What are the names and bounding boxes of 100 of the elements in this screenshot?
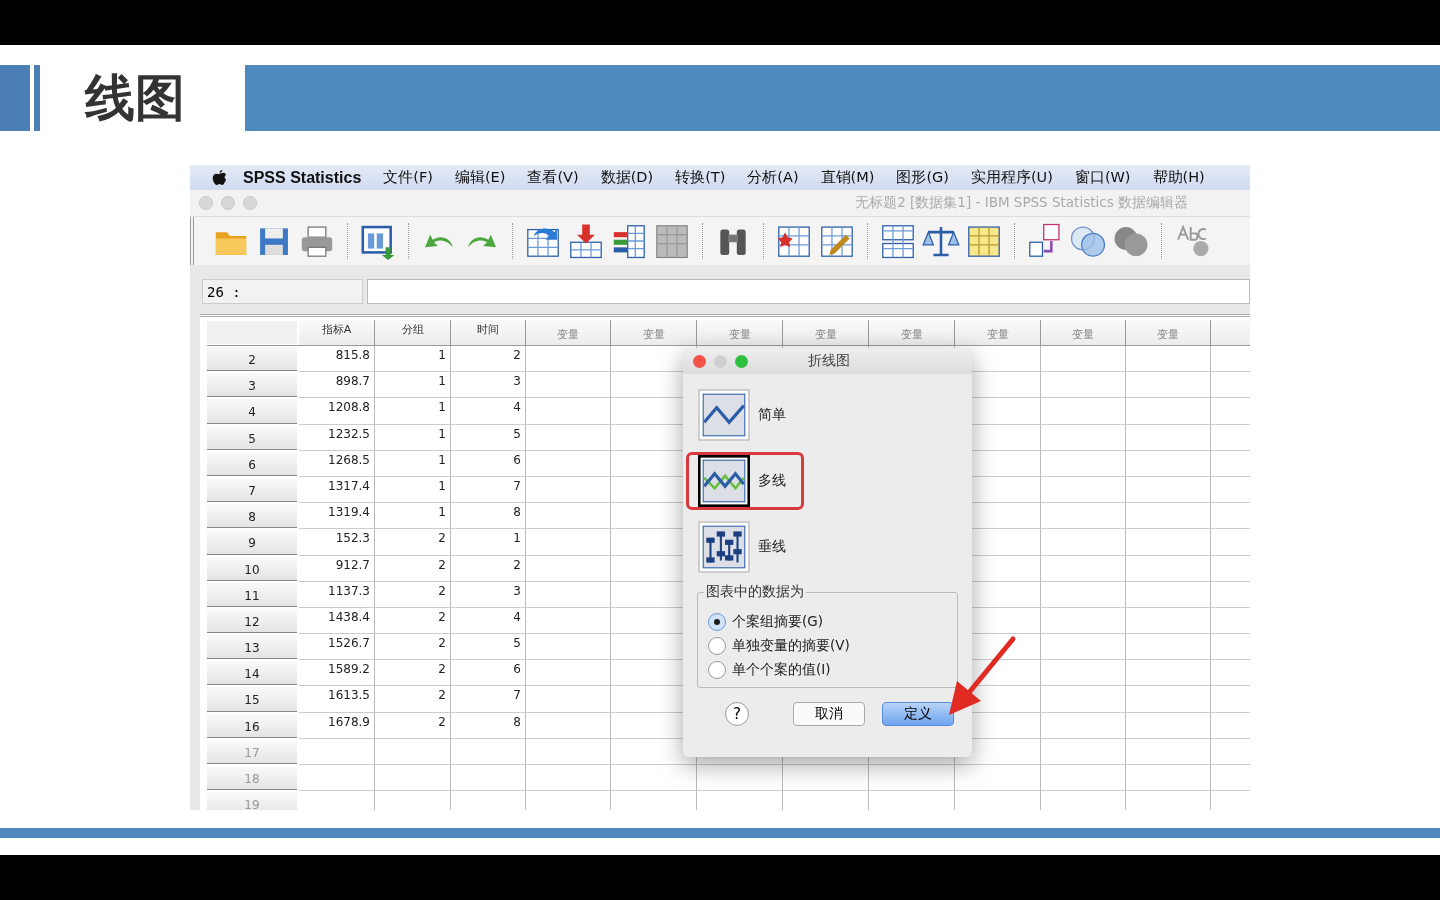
table-cell: 1: [375, 398, 451, 425]
table-cell: 1: [375, 503, 451, 530]
menu-item[interactable]: 图形(G): [896, 168, 949, 187]
table-cell: 7: [451, 686, 526, 713]
table-cell: 1: [375, 372, 451, 399]
row-number[interactable]: 16: [207, 713, 297, 738]
line-chart-icon[interactable]: [698, 389, 750, 441]
zoom-button[interactable]: [735, 354, 748, 368]
table-cell: 1: [375, 450, 451, 477]
table-cell: 6: [451, 450, 526, 477]
table-cell: 3: [451, 372, 526, 399]
row-number[interactable]: 11: [207, 582, 297, 607]
table-cell: 1438.4: [299, 607, 375, 635]
column-header[interactable]: 时间: [451, 320, 526, 345]
table-cell: 1613.5: [299, 686, 375, 713]
split-grid-icon[interactable]: [879, 222, 917, 260]
chart-type-option[interactable]: 多线: [686, 452, 804, 510]
option-label[interactable]: 单个个案的值(I): [732, 661, 831, 679]
radio-button[interactable]: [708, 637, 726, 655]
table-cell: 898.7: [299, 372, 375, 399]
table-cell: 1526.7: [299, 634, 375, 661]
chart-type-option[interactable]: 垂线: [686, 518, 804, 576]
row-number[interactable]: 12: [207, 608, 297, 634]
table-cell: 5: [451, 424, 526, 451]
group-legend: 图表中的数据为: [704, 583, 806, 601]
menu-item[interactable]: 帮助(H): [1152, 168, 1205, 187]
menu-item[interactable]: 编辑(E): [454, 168, 506, 187]
table-cell: 1317.4: [299, 476, 375, 504]
row-number[interactable]: 2: [207, 347, 297, 372]
row-number[interactable]: 13: [207, 635, 297, 660]
table-cell: 2: [375, 660, 451, 687]
dialog-title: 折线图: [808, 352, 850, 370]
table-cell: 1232.5: [299, 424, 375, 451]
table-cell: 3: [451, 581, 526, 608]
row-number[interactable]: 15: [207, 687, 297, 712]
table-cell: 1: [451, 529, 526, 556]
table-cell: 2: [451, 555, 526, 582]
row-number[interactable]: 9: [207, 530, 297, 555]
line-chart-icon[interactable]: [698, 455, 750, 507]
menu-item[interactable]: 窗口(W): [1074, 168, 1131, 187]
column-header[interactable]: 指标A: [299, 320, 375, 345]
define-button[interactable]: 定义: [882, 702, 954, 726]
menu-item[interactable]: 实用程序(U): [970, 168, 1053, 187]
table-cell: 2: [375, 607, 451, 635]
row-number[interactable]: 8: [207, 504, 297, 529]
table-cell: 1208.8: [299, 398, 375, 425]
table-cell: 1: [375, 346, 451, 373]
table-cell: 2: [375, 555, 451, 582]
option-label[interactable]: 单独变量的摘要(V): [732, 637, 850, 655]
row-number[interactable]: 10: [207, 556, 297, 581]
table-cell: 2: [375, 634, 451, 661]
row-number[interactable]: 3: [207, 373, 297, 398]
drop-line-chart-icon[interactable]: [698, 521, 750, 573]
table-cell: 152.3: [299, 529, 375, 556]
app-name[interactable]: SPSS Statistics: [243, 168, 362, 187]
table-cell: 2: [375, 712, 451, 739]
menu-item[interactable]: 查看(V): [527, 168, 579, 187]
table-cell: 1268.5: [299, 450, 375, 477]
row-number[interactable]: 6: [207, 451, 297, 476]
table-cell: 4: [451, 398, 526, 425]
row-number[interactable]: 7: [207, 477, 297, 503]
table-cell: 8: [451, 503, 526, 530]
radio-button[interactable]: [708, 661, 726, 679]
accent-block: [0, 65, 30, 131]
menu-item[interactable]: 文件(F): [383, 168, 433, 187]
row-number[interactable]: 5: [207, 425, 297, 450]
table-cell: 2: [451, 346, 526, 373]
cell-editor-field[interactable]: [367, 279, 1250, 304]
help-button[interactable]: ?: [725, 702, 749, 726]
accent-stripe: [34, 65, 40, 131]
window-title: 无标题2 [数据集1] - IBM SPSS Statistics 数据编辑器: [855, 194, 1188, 212]
cancel-button[interactable]: 取消: [793, 702, 865, 726]
menu-item[interactable]: 分析(A): [747, 168, 799, 187]
table-cell: 2: [375, 529, 451, 556]
column-header[interactable]: 分组: [375, 320, 451, 345]
row-number[interactable]: 14: [207, 661, 297, 686]
table-cell: 4: [451, 607, 526, 635]
option-label[interactable]: 个案组摘要(G): [732, 613, 823, 631]
row-number[interactable]: 4: [207, 399, 297, 424]
slide-title: 线图: [83, 67, 186, 129]
menu-item[interactable]: 转换(T): [675, 168, 726, 187]
grid-icon[interactable]: [653, 222, 691, 260]
menu-item[interactable]: 数据(D): [600, 168, 654, 187]
table-cell: 1589.2: [299, 660, 375, 687]
table-cell: 2: [375, 581, 451, 608]
table-cell: 815.8: [299, 346, 375, 373]
table-cell: 5: [451, 634, 526, 661]
radio-button[interactable]: [708, 613, 726, 631]
table-cell: 912.7: [299, 555, 375, 582]
table-cell: 1: [375, 424, 451, 451]
close-button[interactable]: [693, 354, 706, 368]
menu-item[interactable]: 直销(M): [820, 168, 875, 187]
table-cell: 6: [451, 660, 526, 687]
table-cell: 2: [375, 686, 451, 713]
table-cell: 7: [451, 476, 526, 504]
download-grid-icon[interactable]: [567, 222, 605, 260]
chart-type-option[interactable]: 简单: [686, 386, 804, 444]
cell-reference: 26 :: [202, 279, 363, 304]
table-cell: 1137.3: [299, 581, 375, 608]
apple-icon[interactable]: [212, 169, 227, 186]
